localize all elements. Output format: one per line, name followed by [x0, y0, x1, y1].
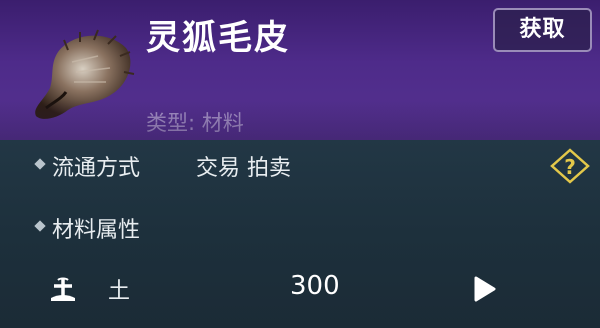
- bullet-diamond-icon: [34, 220, 46, 232]
- fox-fur-icon: [35, 29, 135, 119]
- question-diamond-icon[interactable]: ?: [549, 148, 591, 184]
- item-header: 灵狐毛皮 类型: 材料 获取: [0, 0, 600, 140]
- item-type: 类型: 材料: [146, 111, 244, 135]
- element-name: 土: [108, 279, 131, 304]
- item-name: 灵狐毛皮: [146, 18, 290, 58]
- item-details: 流通方式 交易 拍卖 ? 材料属性 土 300: [0, 140, 600, 328]
- circulation-value: 交易 拍卖: [196, 156, 291, 181]
- bullet-diamond-icon: [34, 158, 46, 170]
- attributes-label: 材料属性: [52, 218, 141, 243]
- obtain-button[interactable]: 获取: [493, 8, 592, 52]
- circulation-label: 流通方式: [52, 156, 141, 181]
- element-value: 300: [290, 271, 340, 301]
- svg-text:?: ?: [564, 155, 576, 179]
- earth-element-icon: [51, 277, 75, 301]
- attributes-section: 材料属性: [0, 200, 600, 250]
- circulation-row: 流通方式 交易 拍卖 ?: [0, 140, 600, 190]
- play-icon[interactable]: [470, 274, 498, 304]
